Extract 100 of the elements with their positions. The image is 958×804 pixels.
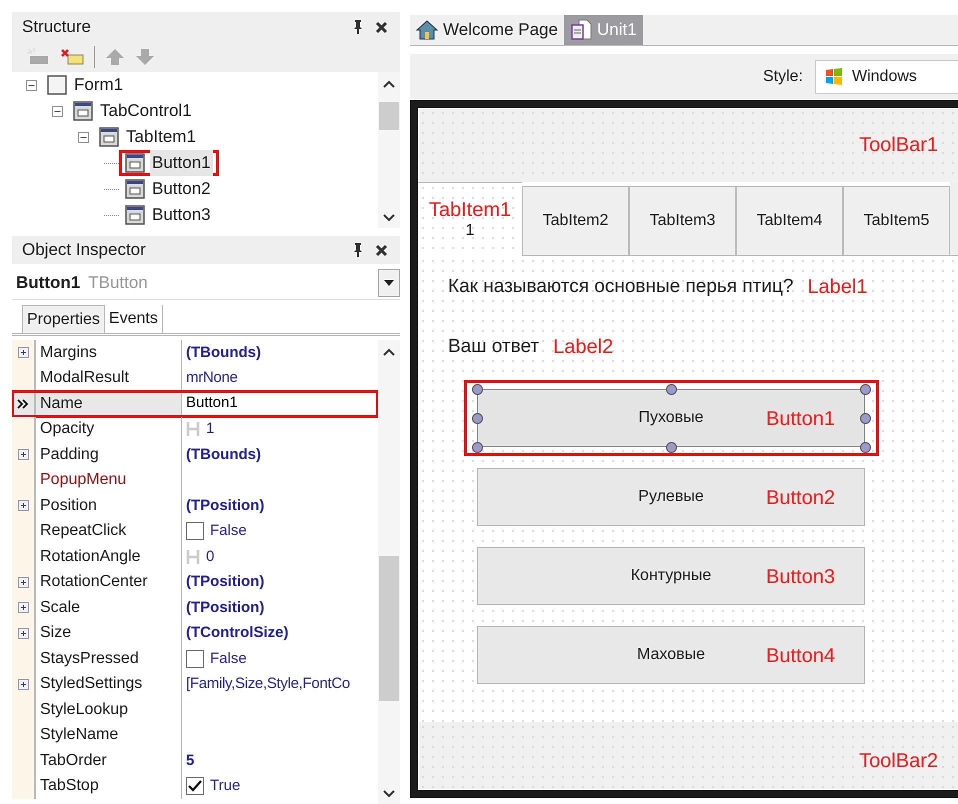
dropdown-button[interactable]	[378, 268, 400, 296]
delete-item-icon[interactable]	[60, 48, 84, 66]
expand-icon[interactable]	[18, 500, 28, 512]
property-value: (TPosition)	[186, 598, 264, 618]
tree-item[interactable]: Form1	[41, 72, 132, 98]
form-tab[interactable]: TabItem4	[736, 186, 843, 256]
window-icon	[125, 153, 145, 173]
selection-handle[interactable]	[472, 412, 482, 424]
property-row[interactable]: Opacity 1	[12, 416, 378, 442]
style-value: Windows	[852, 67, 917, 87]
scroll-thumb[interactable]	[379, 102, 399, 130]
property-value: False	[210, 648, 247, 668]
property-name: Position	[40, 496, 97, 516]
expand-icon[interactable]	[18, 602, 28, 614]
selection-handle[interactable]	[860, 384, 870, 394]
form-tab[interactable]: TabItem2	[522, 186, 629, 256]
property-row[interactable]: Size (TControlSize)	[12, 620, 378, 646]
form-label: Ваш ответ	[448, 334, 540, 359]
style-dropdown[interactable]: Windows	[815, 60, 958, 94]
property-row[interactable]: Position (TPosition)	[12, 493, 378, 518]
property-row[interactable]: ModalResult mrNone	[12, 366, 378, 391]
form-button[interactable]: Контурные Button3	[477, 547, 865, 605]
annotation-label: ToolBar2	[859, 749, 938, 774]
expand-icon[interactable]	[18, 449, 28, 460]
scroll-down-icon[interactable]	[383, 214, 395, 222]
selection-handle[interactable]	[472, 442, 482, 452]
window-icon	[99, 127, 119, 147]
expand-icon[interactable]	[18, 347, 28, 358]
scroll-thumb[interactable]	[379, 556, 399, 701]
annotation-label: Label2	[553, 335, 614, 360]
scrollbar[interactable]	[378, 340, 400, 804]
tree-item[interactable]: Button3	[119, 202, 219, 228]
collapse-icon[interactable]	[26, 80, 37, 90]
property-row[interactable]: TabStop True	[12, 774, 378, 799]
property-value[interactable]: Button1	[186, 392, 238, 414]
property-value: False	[210, 521, 247, 541]
form-button[interactable]: Рулевые Button2	[477, 468, 865, 526]
property-row[interactable]: PopupMenu	[12, 468, 378, 493]
property-row[interactable]: Name Button1	[12, 391, 378, 416]
editor-tab[interactable]: Welcome Page	[410, 15, 564, 45]
window-icon	[125, 205, 145, 225]
inspector-tab[interactable]: Properties	[22, 305, 105, 333]
scroll-up-icon[interactable]	[383, 348, 395, 356]
window-icon	[73, 101, 93, 121]
panel-title: Object Inspector	[21, 239, 146, 262]
collapse-icon[interactable]	[52, 106, 63, 116]
tree-item[interactable]: TabControl1	[67, 98, 200, 124]
property-name: Name	[40, 394, 83, 414]
property-name: Size	[40, 623, 72, 644]
tree-item[interactable]: Button1	[119, 150, 219, 176]
object-selector[interactable]: Button1 TButton	[12, 266, 400, 300]
property-row[interactable]: TabOrder 5	[12, 748, 378, 774]
close-icon[interactable]	[375, 20, 388, 34]
form-label: Как называются основные перья птиц?	[448, 274, 794, 299]
form-button[interactable]: Пуховые Button1	[477, 389, 865, 447]
form-button[interactable]: Маховые Button4	[477, 626, 865, 684]
property-row[interactable]: StaysPressed False	[12, 646, 378, 672]
document-icon	[570, 19, 592, 41]
spin-icon	[186, 421, 200, 438]
scroll-up-icon[interactable]	[383, 80, 395, 88]
tree-item[interactable]: TabItem1	[93, 124, 204, 150]
property-value: 5	[186, 750, 194, 770]
pin-icon[interactable]	[353, 243, 363, 257]
property-name: StyleLookup	[40, 700, 128, 720]
checkbox[interactable]	[186, 650, 204, 668]
property-row[interactable]: RotationAngle 0	[12, 544, 378, 570]
property-row[interactable]: RotationCenter (TPosition)	[12, 570, 378, 595]
close-icon[interactable]	[375, 244, 388, 256]
property-value: (TBounds)	[186, 342, 261, 362]
form-tab[interactable]: TabItem5	[843, 186, 950, 256]
window-icon	[125, 179, 145, 199]
property-row[interactable]: RepeatClick False	[12, 518, 378, 544]
scrollbar[interactable]	[378, 72, 400, 228]
property-row[interactable]: StyleLookup	[12, 697, 378, 722]
expand-icon[interactable]	[18, 576, 28, 588]
checkbox[interactable]	[186, 777, 204, 796]
property-row[interactable]: Margins (TBounds)	[12, 340, 378, 366]
annotation-label: Button1	[766, 407, 835, 432]
property-name: TabStop	[40, 776, 99, 796]
selection-handle[interactable]	[666, 384, 676, 394]
tree-item[interactable]: Button2	[119, 176, 219, 202]
expand-icon[interactable]	[18, 678, 28, 690]
pin-icon[interactable]	[353, 20, 363, 34]
collapse-icon[interactable]	[78, 132, 89, 142]
property-name: StyleName	[40, 725, 118, 746]
selection-handle[interactable]	[472, 384, 482, 394]
annotation-label: Button2	[766, 486, 835, 511]
scroll-down-icon[interactable]	[383, 790, 395, 798]
form-tab[interactable]: TabItem3	[629, 186, 736, 256]
expand-icon[interactable]	[18, 628, 28, 639]
property-row[interactable]: Scale (TPosition)	[12, 595, 378, 620]
property-row[interactable]: StyleName	[12, 722, 378, 748]
property-value: mrNone	[186, 368, 238, 388]
panel-title: Structure	[21, 16, 91, 38]
property-row[interactable]: Padding (TBounds)	[12, 442, 378, 468]
property-value: [Family,Size,Style,FontCo	[186, 674, 350, 694]
property-value: 0	[206, 546, 214, 566]
property-row[interactable]: StyledSettings [Family,Size,Style,FontCo	[12, 672, 378, 697]
style-label: Style:	[762, 67, 803, 87]
checkbox[interactable]	[186, 522, 204, 540]
